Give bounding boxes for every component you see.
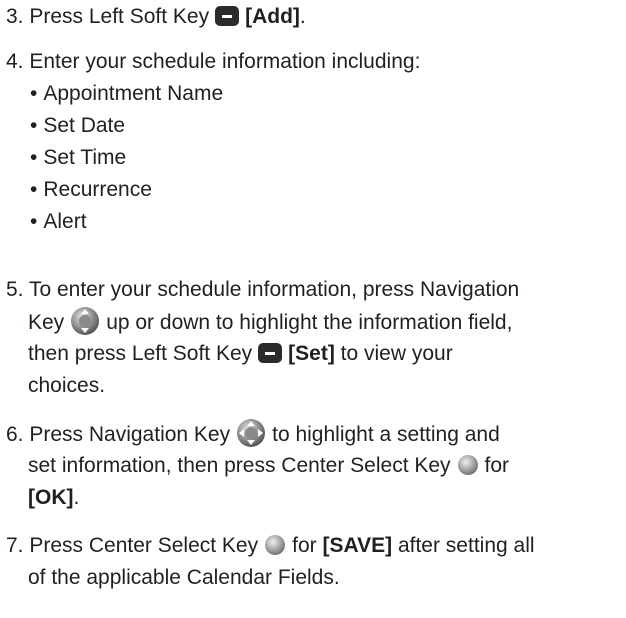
step-3-key-label: [Add] xyxy=(245,5,300,28)
step-6-line-3: [OK]. xyxy=(28,486,80,509)
manual-page: 3. Press Left Soft Key [Add]. 4. Enter yo… xyxy=(0,0,626,618)
left-soft-key-icon xyxy=(258,343,283,363)
step-4: 4. Enter your schedule information inclu… xyxy=(6,46,616,238)
step-5-line-2: Key up or down to highlight the informati… xyxy=(6,306,616,338)
bullet-item: • Appointment Name xyxy=(30,82,224,105)
step-3-line: 3. Press Left Soft Key [Add]. xyxy=(6,1,616,33)
bullet-item: • Set Time xyxy=(30,146,127,169)
step-7: 7. Press Center Select Key for [SAVE] aft… xyxy=(6,530,616,594)
step-4-text: 4. Enter your schedule information inclu… xyxy=(6,50,421,73)
navigation-key-4way-icon xyxy=(237,419,266,447)
step-3: 3. Press Left Soft Key [Add]. xyxy=(6,1,616,33)
bullet-item: • Alert xyxy=(30,210,87,233)
step-5-line-4: choices. xyxy=(28,374,106,397)
step-7-line-1: 7. Press Center Select Key for [SAVE] aft… xyxy=(6,534,535,557)
left-soft-key-icon xyxy=(215,6,240,26)
step-5-line-3: then press Left Soft Key [Set] to view yo… xyxy=(28,342,453,365)
navigation-key-updown-icon xyxy=(71,307,100,335)
step-5: 5. To enter your schedule information, p… xyxy=(6,274,616,402)
step-3-text: 3. Press Left Soft Key xyxy=(6,5,210,28)
step-5-line-1: 5. To enter your schedule information, p… xyxy=(6,278,520,301)
step-7-line-2: of the applicable Calendar Fields. xyxy=(28,566,340,589)
step-6-line-1: 6. Press Navigation Key to highlight a se… xyxy=(6,418,616,450)
bullet-item: • Set Date xyxy=(30,114,126,137)
step-3-suffix: . xyxy=(299,5,306,28)
step-6: 6. Press Navigation Key to highlight a se… xyxy=(6,418,616,514)
step-6-line-2: set information, then press Center Selec… xyxy=(28,454,510,477)
step-4-bullet-list: • Appointment Name • Set Date • Set Time • R… xyxy=(6,78,616,238)
bullet-item: • Recurrence xyxy=(30,178,152,201)
center-select-key-icon xyxy=(457,455,478,475)
center-select-key-icon xyxy=(265,535,286,555)
